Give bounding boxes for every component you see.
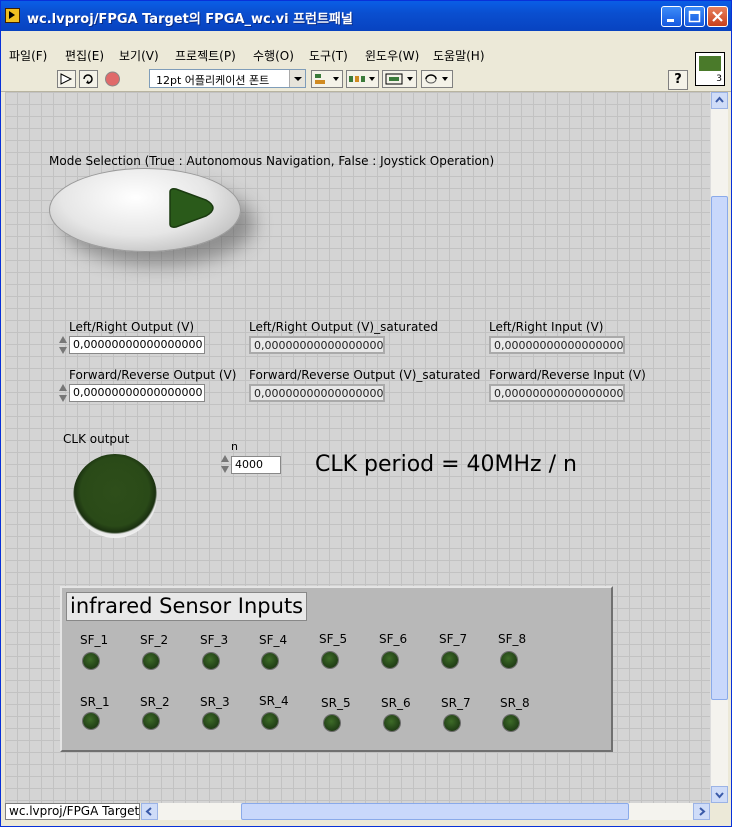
title-bar: wc.lvproj/FPGA Target의 FPGA_wc.vi 프런트패널 (1, 1, 731, 31)
sensor-sr4-led (262, 713, 278, 729)
vertical-scrollbar[interactable] (710, 92, 728, 803)
sensor-sf1-led (83, 653, 99, 669)
sensor-sf6-label: SF_6 (379, 632, 408, 646)
infrared-sensor-group: infrared Sensor Inputs SF_1 SF_2 SF_3 SF… (60, 586, 613, 752)
vi-icon: 3 (695, 52, 725, 86)
lr-output-sat-indicator: 0,00000000000000000 (249, 336, 385, 354)
reorder-button[interactable] (421, 70, 453, 88)
window: wc.lvproj/FPGA Target의 FPGA_wc.vi 프런트패널 … (0, 0, 732, 827)
fr-output-spinner[interactable] (57, 383, 67, 403)
lr-output-spinner[interactable] (57, 335, 67, 355)
sensor-sr4-label: SR_4 (259, 694, 289, 708)
vi-icon-number: 3 (716, 74, 722, 84)
project-context-field: wc.lvproj/FPGA Target (5, 803, 140, 820)
mode-selection-toggle[interactable] (49, 168, 241, 252)
mode-selection-label: Mode Selection (True : Autonomous Naviga… (49, 154, 495, 168)
horizontal-scrollbar[interactable] (141, 803, 710, 820)
context-help-button[interactable]: ? (668, 70, 688, 90)
run-continuously-button[interactable] (79, 70, 98, 88)
scroll-right-button[interactable] (693, 803, 710, 820)
fr-output-label: Forward/Reverse Output (V) (69, 368, 237, 382)
font-select-value: 12pt 어플리케이션 폰트 (156, 74, 270, 87)
menu-project[interactable]: 프로젝트(P) (175, 47, 236, 64)
labview-app-icon (5, 8, 20, 23)
align-objects-button[interactable] (311, 70, 343, 88)
sensor-sf4-label: SF_4 (259, 633, 288, 647)
sensor-sr2-led (143, 713, 159, 729)
sensor-sr7-led (444, 715, 460, 731)
sensor-sf5-label: SF_5 (319, 632, 348, 646)
infrared-sensor-group-title: infrared Sensor Inputs (66, 592, 308, 621)
sensor-sf3-led (203, 653, 219, 669)
sensor-sf4-led (262, 653, 278, 669)
sensor-sf6-led (382, 652, 398, 668)
fr-input-indicator: 0,00000000000000000 (489, 384, 625, 402)
front-panel: Mode Selection (True : Autonomous Naviga… (5, 92, 710, 803)
minimize-button[interactable] (661, 6, 682, 27)
sensor-sf7-label: SF_7 (439, 632, 468, 646)
vertical-scroll-thumb[interactable] (711, 196, 728, 700)
menu-edit[interactable]: 편집(E) (65, 47, 104, 64)
lr-output-sat-label: Left/Right Output (V)_saturated (249, 320, 439, 334)
sensor-sr7-label: SR_7 (441, 696, 471, 710)
clk-output-label: CLK output (63, 432, 130, 446)
lr-input-label: Left/Right Input (V) (489, 320, 604, 334)
clk-period-text: CLK period = 40MHz / n (315, 452, 577, 477)
sensor-sf2-led (143, 653, 159, 669)
chevron-down-icon (289, 70, 305, 87)
fr-output-field[interactable]: 0,00000000000000000 (69, 384, 205, 402)
menu-bar: 파일(F) 편집(E) 보기(V) 프로젝트(P) 수행(O) 도구(T) 윈도… (1, 43, 731, 65)
sensor-sr8-label: SR_8 (500, 696, 530, 710)
sensor-sr1-label: SR_1 (80, 695, 110, 709)
sensor-sf3-label: SF_3 (200, 633, 229, 647)
horizontal-scroll-thumb[interactable] (241, 803, 629, 820)
fr-output-sat-indicator: 0,00000000000000000 (249, 384, 385, 402)
sensor-sr8-led (503, 715, 519, 731)
close-button[interactable] (707, 6, 728, 27)
scroll-left-button[interactable] (141, 803, 158, 820)
lr-output-label: Left/Right Output (V) (69, 320, 195, 334)
sensor-sf5-led (322, 652, 338, 668)
n-spinner[interactable] (219, 454, 229, 474)
scroll-down-button[interactable] (711, 786, 728, 803)
run-button[interactable] (57, 70, 76, 88)
font-select[interactable]: 12pt 어플리케이션 폰트 (149, 69, 306, 88)
abort-button[interactable] (103, 70, 122, 88)
sensor-sf8-label: SF_8 (498, 632, 527, 646)
distribute-objects-button[interactable] (346, 70, 379, 88)
sensor-sr5-label: SR_5 (321, 696, 351, 710)
menu-view[interactable]: 보기(V) (119, 47, 159, 64)
sensor-sr2-label: SR_2 (140, 695, 170, 709)
lr-input-indicator: 0,00000000000000000 (489, 336, 625, 354)
sensor-sr3-led (203, 713, 219, 729)
n-field[interactable]: 4000 (231, 456, 281, 474)
clk-output-led (73, 454, 157, 538)
n-label: n (231, 440, 238, 453)
menu-help[interactable]: 도움말(H) (433, 47, 485, 64)
resize-objects-button[interactable] (382, 70, 417, 88)
window-title: wc.lvproj/FPGA Target의 FPGA_wc.vi 프런트패널 (27, 12, 353, 27)
menu-tools[interactable]: 도구(T) (309, 47, 348, 64)
menu-operate[interactable]: 수행(O) (253, 47, 294, 64)
toggle-knob-icon (169, 188, 214, 228)
fr-output-sat-label: Forward/Reverse Output (V)_saturated (249, 368, 481, 382)
lr-output-field[interactable]: 0,00000000000000000 (69, 336, 205, 354)
sensor-sf8-led (501, 652, 517, 668)
sensor-sr6-label: SR_6 (381, 696, 411, 710)
sensor-sr1-led (83, 713, 99, 729)
sensor-sr3-label: SR_3 (200, 695, 230, 709)
toolbar: 12pt 어플리케이션 폰트 ? (1, 65, 731, 92)
sensor-sr6-led (384, 715, 400, 731)
fr-input-label: Forward/Reverse Input (V) (489, 368, 646, 382)
scroll-up-button[interactable] (711, 92, 728, 109)
vi-icon-graphic (699, 56, 721, 71)
menu-file[interactable]: 파일(F) (9, 47, 47, 64)
sensor-sf2-label: SF_2 (140, 633, 169, 647)
maximize-button[interactable] (684, 6, 705, 27)
sensor-sf1-label: SF_1 (80, 633, 109, 647)
sensor-sf7-led (442, 652, 458, 668)
menu-window[interactable]: 윈도우(W) (365, 47, 419, 64)
sensor-sr5-led (324, 715, 340, 731)
